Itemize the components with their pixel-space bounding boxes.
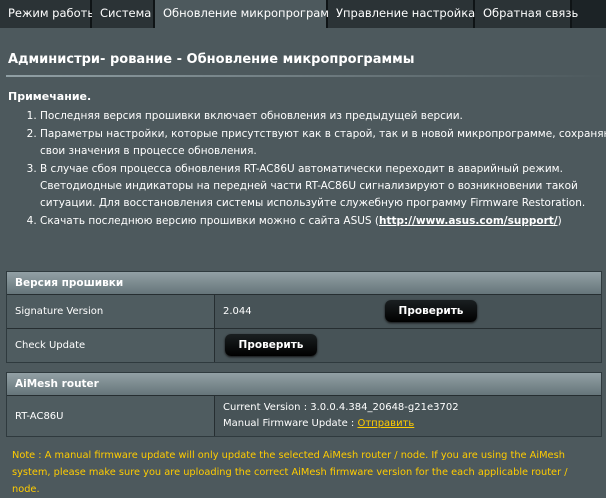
router-firmware-cell: Current Version : 3.0.0.4.384_20648-g21e… xyxy=(215,396,601,436)
note-item-3: В случае сбоя процесса обновления RT-AC8… xyxy=(40,161,606,212)
tab-settings-management[interactable]: Управление настройками xyxy=(328,0,491,28)
firmware-version-header: Версия прошивки xyxy=(7,272,601,294)
signature-check-button[interactable]: Проверить xyxy=(385,300,477,322)
note-item-1: Последняя версия прошивки включает обнов… xyxy=(40,108,606,125)
router-name: RT-AC86U xyxy=(7,396,215,436)
manual-update-label: Manual Firmware Update : xyxy=(223,418,358,429)
tab-operation-mode[interactable]: Режим работы xyxy=(0,0,96,28)
note-item-2: Параметры настройки, которые присутствую… xyxy=(40,126,606,160)
signature-version-value: 2.044 xyxy=(223,306,252,317)
note-4-suffix: ) xyxy=(557,215,562,227)
tab-feedback[interactable]: Обратная связь xyxy=(475,0,578,28)
manual-update-line: Manual Firmware Update : Отправить xyxy=(223,416,414,432)
asus-support-link[interactable]: http://www.asus.com/support/ xyxy=(379,215,558,227)
aimesh-router-row: RT-AC86U Current Version : 3.0.0.4.384_2… xyxy=(7,395,601,436)
signature-version-row: Signature Version 2.044 Проверить xyxy=(7,294,601,328)
firmware-version-table: Версия прошивки Signature Version 2.044 … xyxy=(6,271,602,363)
page-title: Администри- рование - Обновление микропр… xyxy=(8,52,415,67)
check-update-row: Check Update Проверить xyxy=(7,328,601,362)
tab-firmware-upgrade[interactable]: Обновление микропрограммы xyxy=(155,0,347,28)
aimesh-router-table: AiMesh router RT-AC86U Current Version :… xyxy=(6,372,602,437)
check-update-button[interactable]: Проверить xyxy=(225,334,317,356)
tab-bar: Режим работы Система Обновление микропро… xyxy=(0,0,606,28)
current-version-text: Current Version : 3.0.0.4.384_20648-g21e… xyxy=(223,402,459,413)
aimesh-router-header: AiMesh router xyxy=(7,373,601,395)
title-divider xyxy=(6,75,604,77)
note-item-4: Скачать последнюю версию прошивки можно … xyxy=(40,213,606,230)
manual-update-upload-link[interactable]: Отправить xyxy=(357,418,414,429)
tab-system[interactable]: Система xyxy=(92,0,155,28)
notes-list: Последняя версия прошивки включает обнов… xyxy=(14,108,606,231)
signature-version-cell: 2.044 Проверить xyxy=(215,295,601,328)
signature-version-label: Signature Version xyxy=(7,295,215,328)
check-update-cell: Проверить xyxy=(215,329,601,362)
check-update-label: Check Update xyxy=(7,329,215,362)
note-title: Примечание. xyxy=(8,90,92,103)
aimesh-footer-note: Note : A manual firmware update will onl… xyxy=(12,450,568,495)
note-4-prefix: Скачать последнюю версию прошивки можно … xyxy=(40,215,380,227)
